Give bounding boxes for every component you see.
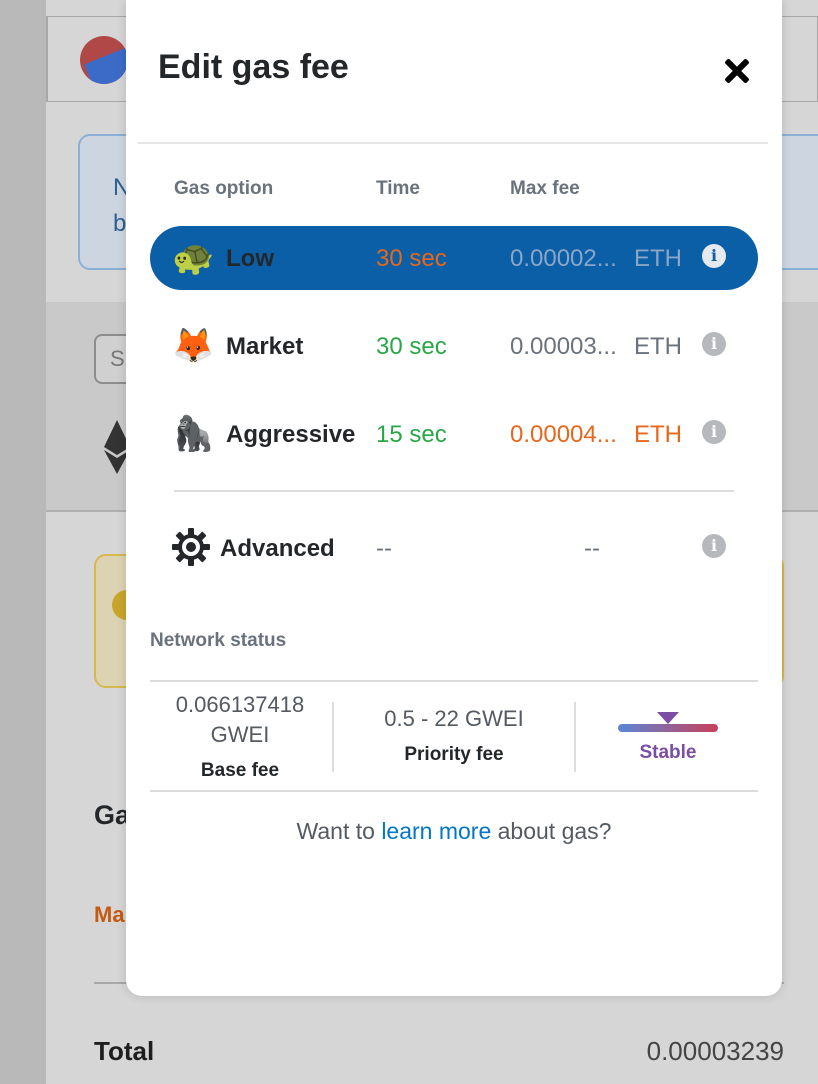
background-gas-heading: Ga bbox=[94, 800, 131, 830]
background-total-value: 0.00003239 bbox=[646, 1036, 784, 1066]
gas-option-max-fee: 0.00002... bbox=[510, 245, 617, 272]
options-divider bbox=[174, 490, 734, 492]
gas-option-time: 30 sec bbox=[376, 245, 447, 272]
base-fee-unit: GWEI bbox=[210, 722, 270, 747]
gas-option-advanced[interactable]: Advanced -- -- i bbox=[150, 516, 758, 580]
network-status-title: Network status bbox=[150, 630, 287, 651]
gas-option-max-fee: -- bbox=[584, 535, 600, 562]
learn-more-text: Want to learn more about gas? bbox=[126, 818, 782, 845]
edit-gas-fee-modal: Edit gas fee Gas option Time Max fee 🐢 L… bbox=[126, 0, 782, 996]
background-max-label: Ma bbox=[94, 902, 125, 927]
gear-icon bbox=[172, 528, 210, 566]
info-icon[interactable]: i bbox=[702, 332, 726, 356]
learn-more-suffix: about gas? bbox=[497, 818, 612, 844]
network-trend-bar bbox=[618, 724, 718, 732]
gas-option-max-fee: 0.00003... bbox=[510, 333, 617, 360]
gorilla-icon: 🦍 bbox=[172, 415, 215, 453]
base-fee-label: Base fee bbox=[200, 760, 280, 781]
base-fee-value: 0.066137418 GWEI bbox=[150, 690, 330, 750]
network-status-top-divider bbox=[150, 680, 758, 682]
fox-icon: 🦊 bbox=[172, 327, 215, 365]
network-status-separator bbox=[574, 702, 576, 772]
gas-option-name: Market bbox=[226, 333, 304, 360]
network-trend-label: Stable bbox=[639, 742, 697, 763]
title-divider bbox=[138, 142, 768, 144]
column-header-max-fee: Max fee bbox=[510, 178, 580, 199]
gas-option-time: 15 sec bbox=[376, 421, 447, 448]
network-status-separator bbox=[332, 702, 334, 772]
gas-option-time: -- bbox=[376, 535, 392, 562]
gas-option-max-fee: 0.00004... bbox=[510, 421, 617, 448]
info-icon[interactable]: i bbox=[702, 244, 726, 268]
turtle-icon: 🐢 bbox=[172, 239, 215, 277]
background-total-label: Total bbox=[94, 1036, 155, 1066]
column-header-time: Time bbox=[376, 178, 421, 199]
gas-option-time: 30 sec bbox=[376, 333, 447, 360]
close-icon[interactable] bbox=[718, 52, 758, 92]
priority-fee-value: 0.5 - 22 GWEI bbox=[384, 706, 524, 731]
modal-title: Edit gas fee bbox=[158, 48, 349, 86]
gas-option-name: Aggressive bbox=[226, 421, 356, 448]
gas-option-unit: ETH bbox=[634, 421, 682, 448]
gas-option-unit: ETH bbox=[634, 245, 682, 272]
gas-option-name: Low bbox=[226, 245, 274, 272]
info-icon[interactable]: i bbox=[702, 420, 726, 444]
network-trend-indicator-icon bbox=[657, 712, 679, 724]
network-logo-icon bbox=[80, 36, 128, 84]
gas-option-aggressive[interactable]: 🦍 Aggressive 15 sec 0.00004... ETH i bbox=[150, 402, 758, 466]
learn-more-link[interactable]: learn more bbox=[381, 818, 491, 844]
gas-option-unit: ETH bbox=[634, 333, 682, 360]
network-status-bottom-divider bbox=[150, 790, 758, 792]
learn-more-prefix: Want to bbox=[296, 818, 375, 844]
gas-option-name: Advanced bbox=[220, 535, 335, 562]
column-header-gas-option: Gas option bbox=[174, 178, 274, 199]
info-icon[interactable]: i bbox=[702, 534, 726, 558]
priority-fee-label: Priority fee bbox=[404, 744, 504, 765]
gas-option-low[interactable]: 🐢 Low 30 sec 0.00002... ETH i bbox=[150, 226, 758, 290]
base-fee-amount: 0.066137418 bbox=[175, 692, 305, 717]
gas-option-market[interactable]: 🦊 Market 30 sec 0.00003... ETH i bbox=[150, 314, 758, 378]
